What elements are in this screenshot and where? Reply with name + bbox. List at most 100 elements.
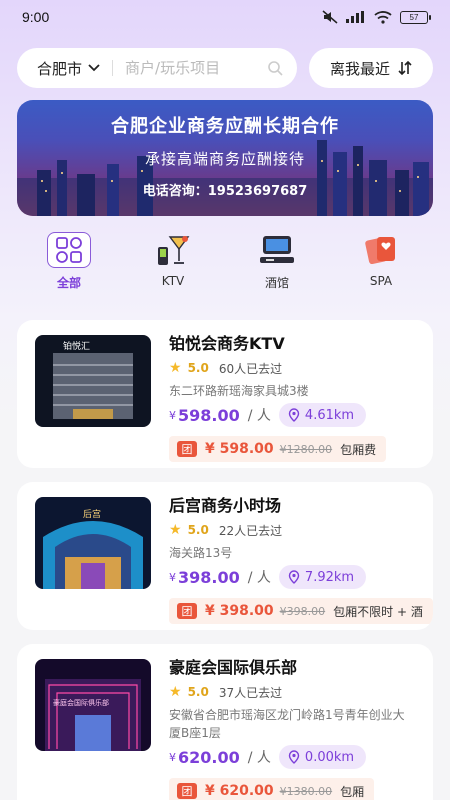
signal-icon — [346, 11, 364, 23]
group-deal[interactable]: 团 ¥ 598.00 ¥1280.00 包厢费 — [169, 436, 387, 462]
category-label: SPA — [369, 274, 393, 288]
star-icon: ★ — [169, 360, 182, 376]
venue-price: 598.00 — [178, 405, 240, 425]
deal-price: ¥ 398.00 — [205, 603, 274, 619]
distance-badge: 7.92km — [278, 565, 367, 589]
category-tabs: 全部 KTV 酒馆 SPA — [17, 232, 433, 292]
distance-value: 0.00km — [304, 749, 355, 765]
divider — [112, 60, 114, 76]
venue-score: 5.0 — [187, 523, 209, 537]
deal-price: ¥ 598.00 — [205, 441, 274, 457]
deal-description: 包厢费 — [340, 442, 377, 457]
venue-name: 后宫商务小时场 — [169, 496, 282, 515]
status-bar: 9:00 57 — [0, 0, 450, 34]
banner-title: 合肥企业商务应酬长期合作 — [111, 116, 339, 137]
price-row: ¥ 598.00 / 人 4.61km — [169, 402, 433, 428]
original-price: ¥1380.00 — [279, 784, 333, 798]
venue-visits: 22人已去过 — [218, 523, 283, 538]
star-icon: ★ — [169, 684, 182, 700]
category-ktv[interactable]: KTV — [121, 232, 225, 292]
original-price: ¥1280.00 — [279, 442, 333, 456]
distance-badge: 0.00km — [278, 745, 367, 769]
battery-icon: 57 — [400, 10, 431, 24]
venue-sign: 后宫 — [83, 508, 101, 520]
venue-price: 398.00 — [178, 567, 240, 587]
sort-label: 离我最近 — [329, 59, 390, 78]
price-unit: / 人 — [247, 750, 271, 766]
venue-score: 5.0 — [187, 685, 209, 699]
price-row: ¥ 620.00 / 人 0.00km — [169, 744, 433, 770]
distance-value: 7.92km — [304, 569, 355, 585]
rating-row: ★ 5.0 37人已去过 — [169, 684, 433, 700]
promo-banner[interactable]: 合肥企业商务应酬长期合作 承接高端商务应酬接待 电话咨询：19523697687 — [17, 100, 433, 216]
sort-nearest-button[interactable]: 离我最近 — [309, 48, 433, 88]
location-pin-icon — [288, 408, 300, 422]
location-pin-icon — [288, 570, 300, 584]
currency-symbol: ¥ — [169, 408, 176, 422]
price-unit: / 人 — [247, 570, 271, 586]
cards-icon — [359, 232, 403, 268]
search-box: 合肥市 — [17, 48, 297, 88]
venue-score: 5.0 — [187, 361, 209, 375]
group-deal-tag: 团 — [177, 441, 197, 457]
currency-symbol: ¥ — [169, 750, 176, 764]
star-icon: ★ — [169, 522, 182, 538]
category-bar[interactable]: 酒馆 — [225, 232, 329, 292]
venue-photo: 豪庭会国际俱乐部 — [35, 659, 151, 751]
category-label: 酒馆 — [264, 276, 289, 290]
sort-arrows-icon — [398, 61, 412, 75]
rating-row: ★ 5.0 22人已去过 — [169, 522, 433, 538]
cocktail-icon — [151, 232, 195, 268]
status-time: 9:00 — [22, 9, 50, 25]
search-icon[interactable] — [267, 60, 283, 76]
price-row: ¥ 398.00 / 人 7.92km — [169, 564, 433, 590]
category-spa[interactable]: SPA — [329, 232, 433, 292]
venue-card[interactable]: 铂悦汇 铂悦会商务KTV ★ 5.0 60人已去过 东二环路新瑶海家具城3楼 ¥… — [17, 320, 433, 468]
venue-card[interactable]: 豪庭会国际俱乐部 豪庭会国际俱乐部 ★ 5.0 37人已去过 安徽省合肥市瑶海区… — [17, 644, 433, 800]
venue-photo: 后宫 — [35, 497, 151, 589]
venue-price: 620.00 — [178, 747, 240, 767]
category-label: 全部 — [56, 276, 81, 290]
deal-price: ¥ 620.00 — [205, 783, 274, 799]
bar-counter-icon — [255, 232, 299, 268]
distance-badge: 4.61km — [278, 403, 367, 427]
venue-card[interactable]: 后宫 后宫商务小时场 ★ 5.0 22人已去过 海关路13号 ¥ 398.00 … — [17, 482, 433, 630]
distance-value: 4.61km — [304, 407, 355, 423]
venue-sign: 铂悦汇 — [63, 340, 90, 352]
deal-description: 包厢 — [340, 784, 365, 799]
wifi-icon — [374, 10, 392, 24]
group-deal-tag: 团 — [177, 783, 197, 799]
venue-info: 豪庭会国际俱乐部 ★ 5.0 37人已去过 安徽省合肥市瑶海区龙门岭路1号青年创… — [169, 658, 433, 800]
venue-photo: 铂悦汇 — [35, 335, 151, 427]
status-icons: 57 — [322, 10, 431, 24]
price-unit: / 人 — [247, 408, 271, 424]
mute-icon — [322, 10, 338, 24]
venue-address: 东二环路新瑶海家具城3楼 — [169, 384, 309, 398]
banner-phone: 电话咨询：19523697687 — [142, 184, 308, 199]
group-deal[interactable]: 团 ¥ 398.00 ¥398.00 包厢不限时 + 酒 — [169, 598, 433, 624]
location-pin-icon — [288, 750, 300, 764]
venue-visits: 37人已去过 — [218, 685, 283, 700]
venue-address: 安徽省合肥市瑶海区龙门岭路1号青年创业大厦B座1层 — [169, 708, 405, 740]
venue-info: 后宫商务小时场 ★ 5.0 22人已去过 海关路13号 ¥ 398.00 / 人… — [169, 496, 433, 624]
category-all[interactable]: 全部 — [17, 232, 121, 292]
grid-icon — [47, 232, 91, 268]
deal-description: 包厢不限时 + 酒 — [333, 604, 423, 619]
venue-name: 豪庭会国际俱乐部 — [169, 658, 298, 677]
chevron-down-icon — [88, 64, 100, 72]
venue-visits: 60人已去过 — [218, 361, 283, 376]
currency-symbol: ¥ — [169, 570, 176, 584]
venue-address: 海关路13号 — [169, 546, 233, 560]
category-label: KTV — [161, 274, 185, 288]
venue-info: 铂悦会商务KTV ★ 5.0 60人已去过 东二环路新瑶海家具城3楼 ¥ 598… — [169, 334, 433, 462]
group-deal[interactable]: 团 ¥ 620.00 ¥1380.00 包厢 — [169, 778, 375, 800]
search-input[interactable] — [125, 59, 267, 77]
rating-row: ★ 5.0 60人已去过 — [169, 360, 433, 376]
group-deal-tag: 团 — [177, 603, 197, 619]
search-row: 合肥市 离我最近 — [17, 48, 433, 88]
city-label: 合肥市 — [37, 59, 83, 78]
banner-subtitle: 承接高端商务应酬接待 — [144, 150, 305, 168]
city-selector[interactable]: 合肥市 — [37, 58, 100, 79]
venue-sign: 豪庭会国际俱乐部 — [53, 698, 109, 707]
original-price: ¥398.00 — [279, 604, 326, 618]
